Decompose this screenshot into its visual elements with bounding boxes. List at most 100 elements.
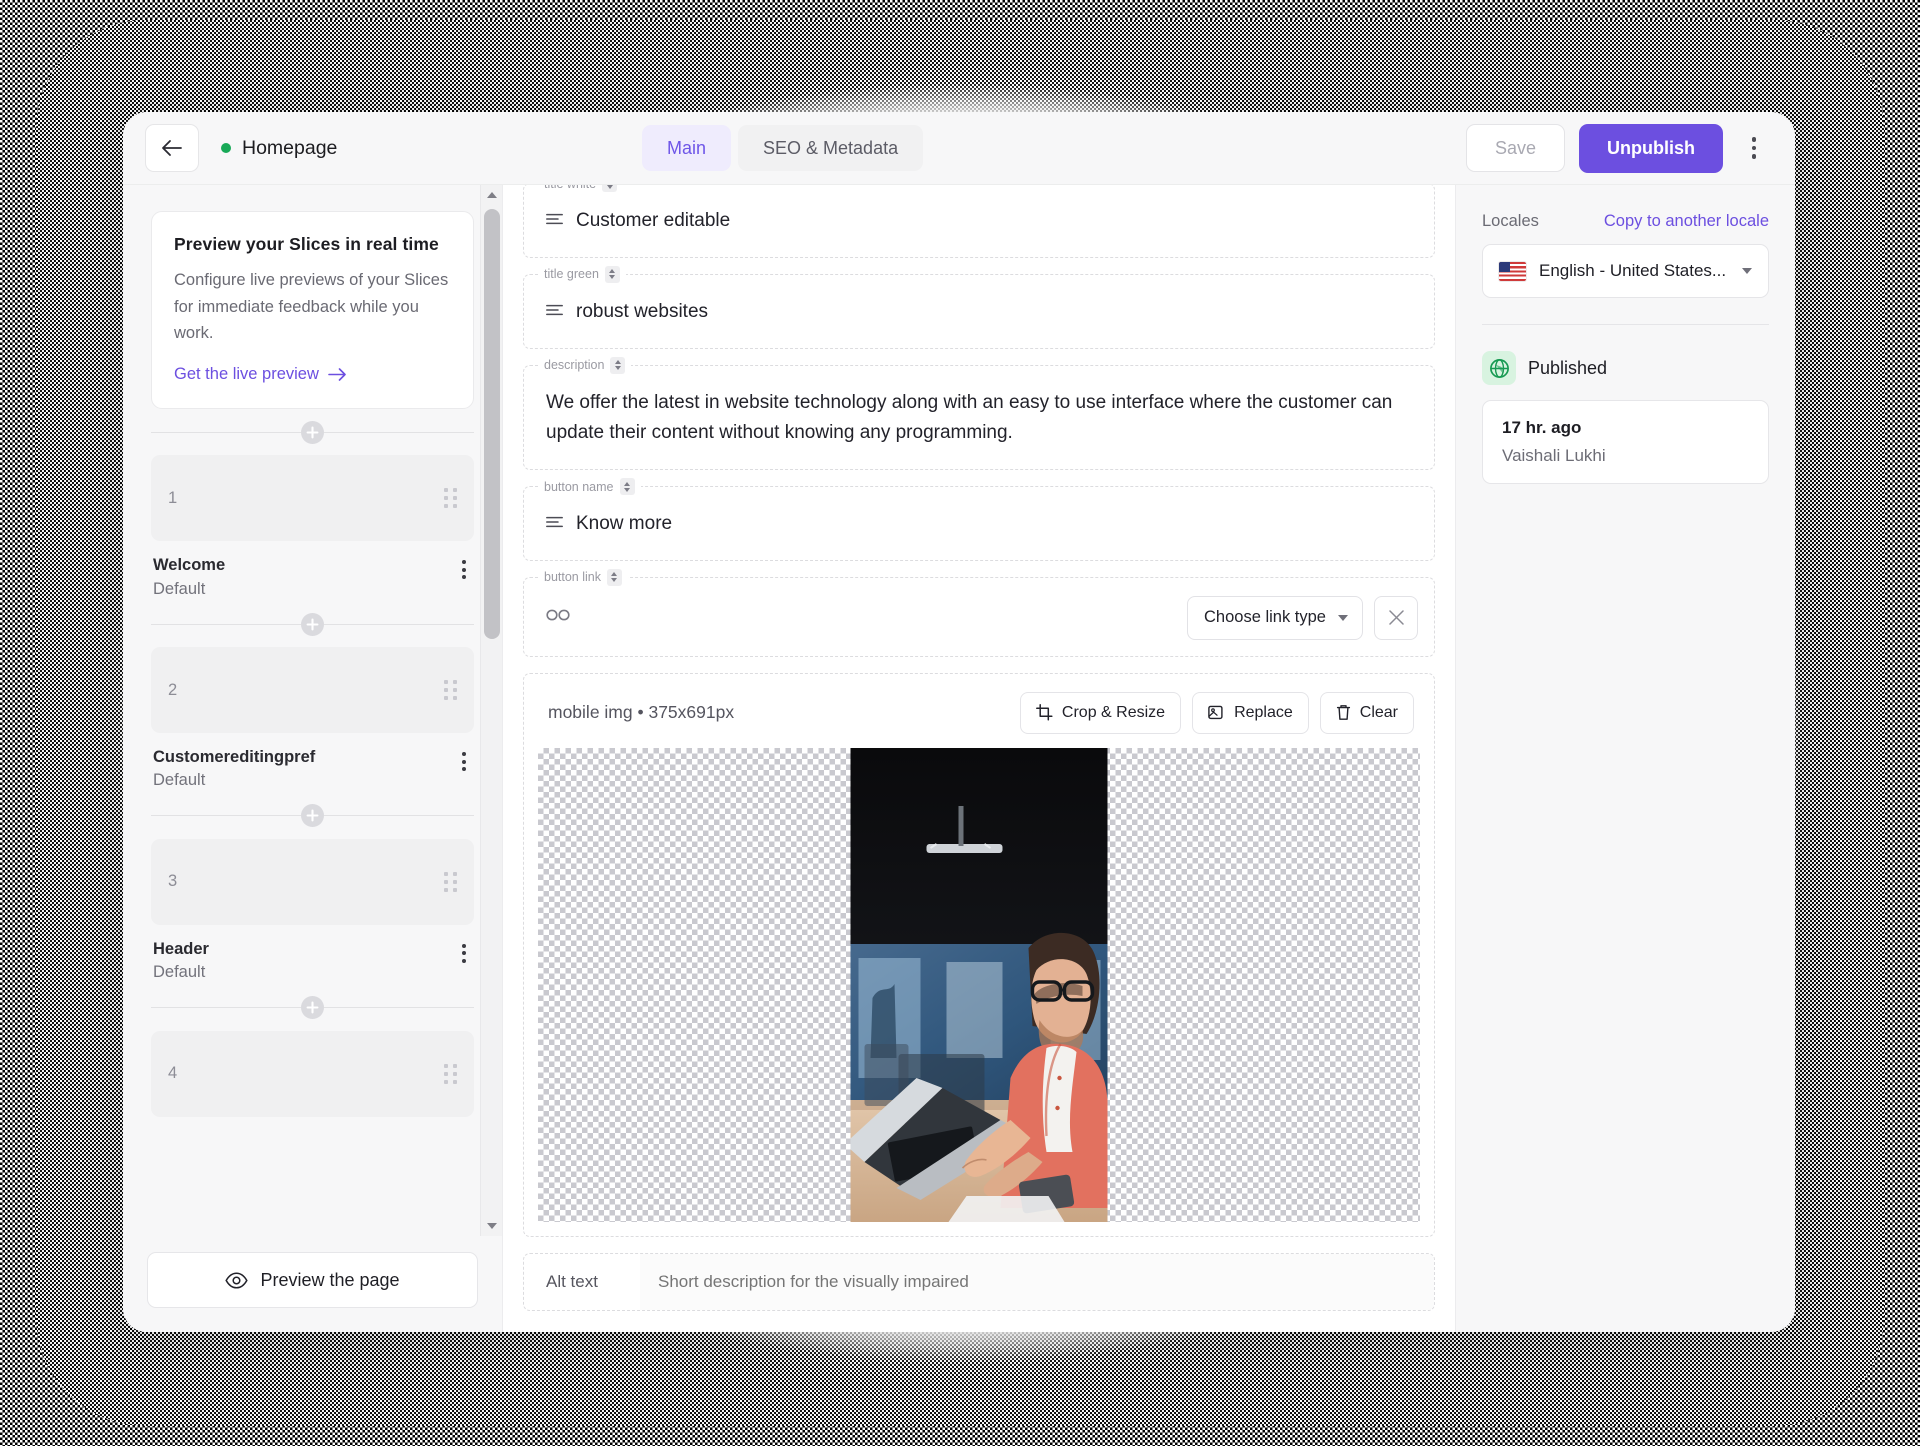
globe-icon (1482, 351, 1516, 385)
unpublish-button[interactable]: Unpublish (1579, 123, 1723, 173)
slice-thumbnail[interactable]: 2 (151, 647, 474, 733)
drag-handle-icon[interactable] (444, 680, 457, 700)
field-label: button link (538, 568, 628, 586)
slice-thumbnail[interactable]: 4 (151, 1030, 474, 1117)
locales-header: Locales Copy to another locale (1482, 212, 1769, 231)
kebab-dot (1751, 154, 1757, 159)
drag-handle-icon[interactable] (444, 1063, 457, 1084)
promo-title: Preview your Slices in real time (174, 234, 439, 254)
scrollbar-thumb[interactable] (484, 209, 500, 639)
field-button-link[interactable]: button link Choose link type (523, 568, 1435, 657)
us-flag-icon (1499, 261, 1526, 281)
arrow-left-icon (162, 140, 182, 156)
published-time: 17 hr. ago (1502, 418, 1582, 437)
crop-resize-button[interactable]: Crop & Resize (1019, 691, 1182, 734)
slice-list-scroll-area: Preview your Slices in real time Configu… (123, 185, 502, 1236)
locale-select[interactable]: English - United States... (1482, 244, 1769, 298)
preview-page-label: Preview the page (260, 1269, 400, 1290)
image-caption: mobile img • 375x691px (548, 702, 735, 723)
add-slice-divider[interactable] (151, 601, 474, 647)
link-type-select[interactable]: Choose link type (1187, 595, 1363, 640)
field-reorder-stepper[interactable] (606, 568, 622, 586)
scroll-down-arrow-icon[interactable] (486, 1223, 497, 1229)
published-author: Vaishali Lukhi (1502, 446, 1606, 465)
slice-options-button[interactable] (456, 746, 472, 777)
tab-bar: Main SEO & Metadata (642, 125, 924, 171)
divider-line (151, 431, 301, 433)
slice-options-button[interactable] (456, 554, 472, 585)
image-preview-graphic (850, 747, 1108, 1222)
window-body: Preview your Slices in real time Configu… (123, 185, 1795, 1332)
image-transparency-canvas (538, 747, 1420, 1222)
add-slice-button[interactable] (301, 612, 324, 636)
get-live-preview-link[interactable]: Get the live preview (174, 365, 347, 384)
plus-icon (306, 618, 319, 630)
copy-to-another-locale-link[interactable]: Copy to another locale (1604, 212, 1769, 231)
image-preview (850, 747, 1108, 1222)
slice-options-button[interactable] (456, 938, 472, 969)
crop-resize-label: Crop & Resize (1061, 703, 1166, 721)
scroll-up-arrow-icon[interactable] (486, 192, 497, 198)
tab-seo-metadata[interactable]: SEO & Metadata (738, 125, 924, 171)
slice-index: 1 (168, 488, 178, 507)
tab-main[interactable]: Main (642, 125, 732, 171)
replace-image-button[interactable]: Replace (1192, 691, 1309, 734)
drag-handle-icon[interactable] (444, 488, 457, 509)
slice-item: 1 Welcome Default (151, 455, 474, 601)
crop-icon (1035, 704, 1053, 721)
add-slice-button[interactable] (301, 420, 324, 444)
tab-seo-metadata-label: SEO & Metadata (763, 137, 899, 158)
slice-editor-pane: title white Customer editable (503, 185, 1455, 1332)
drag-handle-icon[interactable] (444, 871, 457, 892)
field-reorder-stepper[interactable] (602, 185, 618, 192)
preview-page-button[interactable]: Preview the page (147, 1252, 478, 1308)
slice-item: 3 Header Default (151, 838, 474, 985)
publish-info-card: 17 hr. ago Vaishali Lukhi (1482, 400, 1769, 484)
eye-icon (225, 1271, 249, 1289)
field-reorder-stepper[interactable] (604, 265, 620, 283)
save-button[interactable]: Save (1465, 124, 1565, 172)
field-description[interactable]: description We offer the latest in websi… (523, 356, 1435, 471)
kebab-dot (1751, 137, 1757, 142)
slice-meta: Welcome Default (151, 541, 474, 601)
locales-label: Locales (1482, 212, 1539, 230)
field-label: description (538, 356, 632, 374)
locale-value: English - United States... (1539, 261, 1727, 280)
divider-line (324, 431, 474, 433)
field-title-green[interactable]: title green robust websites (523, 265, 1435, 349)
slice-meta: Header Default (151, 925, 474, 985)
field-value-text: Customer editable (576, 210, 731, 231)
slice-thumbnail[interactable]: 1 (151, 455, 474, 542)
back-button[interactable] (145, 124, 199, 172)
page-settings-panel: Locales Copy to another locale English -… (1455, 185, 1795, 1332)
app-window: Homepage Main SEO & Metadata Save Unpubl… (123, 112, 1795, 1332)
top-bar-actions: Save Unpublish (1465, 123, 1771, 173)
rich-text-icon (546, 213, 563, 225)
field-button-name[interactable]: button name Know more (523, 478, 1435, 561)
field-value: robust websites (546, 297, 1412, 328)
alt-text-input[interactable] (640, 1253, 1434, 1310)
field-title-white[interactable]: title white Customer editable (523, 185, 1435, 258)
promo-body: Configure live previews of your Slices f… (174, 271, 449, 343)
add-slice-divider[interactable] (151, 793, 474, 839)
field-stack: title white Customer editable (523, 185, 1435, 1311)
slice-thumbnail[interactable]: 3 (151, 838, 474, 925)
field-label-text: description (544, 358, 605, 373)
alt-text-label: Alt text (546, 1271, 598, 1291)
clear-link-button[interactable] (1374, 595, 1418, 640)
more-options-button[interactable] (1737, 126, 1771, 170)
field-reorder-stepper[interactable] (610, 356, 626, 374)
add-slice-button[interactable] (301, 804, 324, 828)
rich-text-icon (546, 304, 563, 315)
add-slice-divider[interactable] (151, 985, 474, 1031)
plus-icon (306, 426, 319, 439)
sidebar-scrollbar[interactable] (480, 185, 502, 1236)
divider-line (151, 623, 301, 625)
clear-image-label: Clear (1359, 703, 1398, 721)
clear-image-button[interactable]: Clear (1319, 691, 1414, 734)
field-label-text: button link (544, 570, 601, 585)
add-slice-divider[interactable] (151, 409, 474, 455)
add-slice-button[interactable] (301, 996, 324, 1020)
field-reorder-stepper[interactable] (619, 478, 635, 496)
divider-line (324, 1007, 474, 1009)
